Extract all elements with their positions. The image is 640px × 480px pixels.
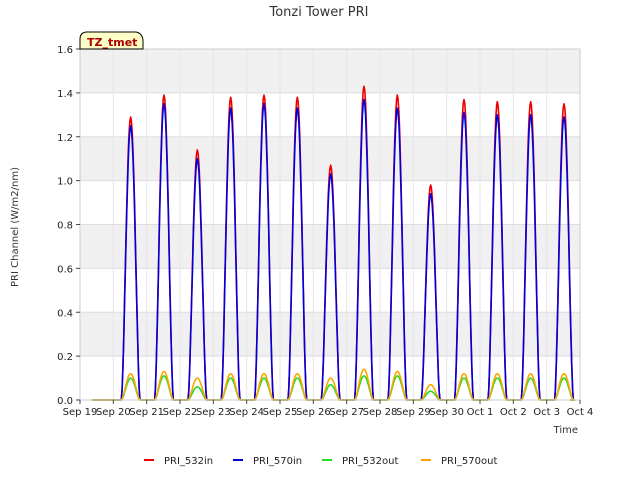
- chart: Tonzi Tower PRI 0.0 0.2 0.4 0.6 0.8 1.0 1.2 1.4…: [10, 5, 594, 467]
- x-tick-label: Sep 20: [96, 407, 131, 418]
- x-tick-label: Oct 1: [467, 407, 494, 418]
- x-tick-label: Sep 23: [196, 407, 231, 418]
- site-tag-label: TZ_tmet: [87, 36, 137, 49]
- x-tick-label: Sep 26: [296, 407, 331, 418]
- chart-title: Tonzi Tower PRI: [269, 5, 369, 20]
- y-tick-label: 1.4: [57, 89, 73, 100]
- y-tick-label: 0.2: [57, 352, 73, 363]
- legend-label-PRI_532in: PRI_532in: [164, 456, 213, 467]
- x-tick-label: Sep 24: [229, 407, 264, 418]
- x-tick-label: Sep 19: [63, 407, 98, 418]
- x-tick-label: Sep 28: [363, 407, 398, 418]
- legend-label-PRI_532out: PRI_532out: [342, 456, 398, 467]
- legend: PRI_532in PRI_570in PRI_532out PRI_570out: [144, 456, 497, 467]
- y-tick-label: 1.2: [57, 133, 73, 144]
- x-tick-label: Oct 2: [500, 407, 527, 418]
- site-tag: TZ_tmet: [79, 31, 144, 50]
- y-tick-label: 1.0: [57, 177, 73, 188]
- x-axis-label: Time: [553, 425, 578, 436]
- x-tick-label: Sep 29: [396, 407, 431, 418]
- y-tick-label: 0.8: [57, 221, 73, 232]
- background-band: [80, 224, 580, 269]
- legend-label-PRI_570in: PRI_570in: [253, 456, 302, 467]
- y-tick-label: 0.0: [57, 396, 73, 407]
- x-tick-label: Sep 22: [163, 407, 198, 418]
- x-tick-label: Sep 25: [263, 407, 298, 418]
- legend-label-PRI_570out: PRI_570out: [441, 456, 497, 467]
- x-tick-label: Sep 21: [129, 407, 164, 418]
- y-tick-label: 0.6: [57, 264, 73, 275]
- x-tick-label: Oct 4: [567, 407, 594, 418]
- y-axis-label: PRI Channel (W/m2/nm): [10, 167, 21, 287]
- x-tick-label: Sep 30: [429, 407, 464, 418]
- y-tick-label: 0.4: [57, 308, 73, 319]
- x-tick-label: Sep 27: [329, 407, 364, 418]
- x-tick-label: Oct 3: [533, 407, 560, 418]
- y-tick-label: 1.6: [57, 45, 73, 56]
- background-band: [80, 49, 580, 93]
